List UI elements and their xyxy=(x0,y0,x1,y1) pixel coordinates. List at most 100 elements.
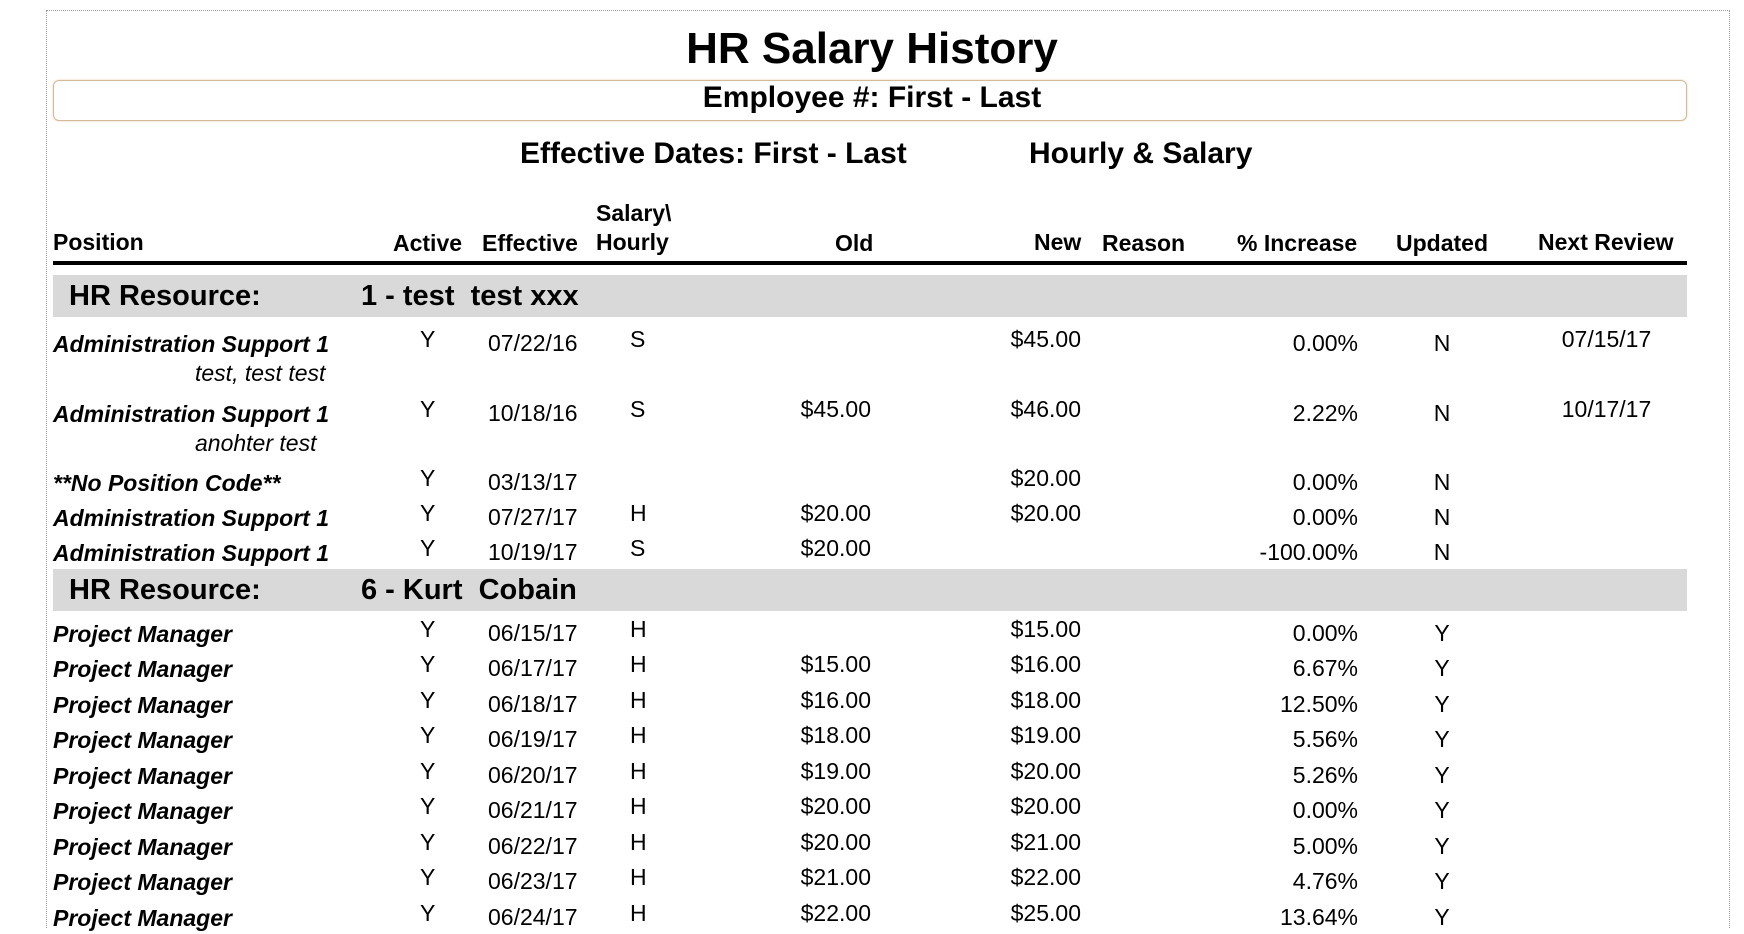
table-row: Administration Support 1 Y 10/19/17 S $20.00… xyxy=(0,535,1744,569)
new-rate-cell: $25.00 xyxy=(1010,900,1081,926)
active-cell: Y xyxy=(420,900,436,926)
effective-date-cell: 06/20/17 xyxy=(488,762,578,788)
percent-increase-cell: -100.00% xyxy=(1259,539,1358,565)
active-cell: Y xyxy=(420,722,436,748)
effective-date-cell: 07/22/16 xyxy=(488,330,578,356)
new-rate-cell: $15.00 xyxy=(1010,616,1081,642)
effective-date-cell: 06/23/17 xyxy=(488,868,578,894)
col-header-pct-increase: % Increase xyxy=(1237,230,1358,256)
position-cell: Administration Support 1 xyxy=(53,401,329,427)
percent-increase-cell: 5.56% xyxy=(1292,726,1358,752)
col-header-old: Old xyxy=(835,230,874,256)
employee-range: Employee #: First - Last xyxy=(702,81,1042,114)
position-cell: Project Manager xyxy=(53,869,232,895)
salary-hourly-cell: H xyxy=(630,651,647,677)
position-cell: Project Manager xyxy=(53,727,232,753)
active-cell: Y xyxy=(420,687,436,713)
old-rate-cell: $45.00 xyxy=(800,396,871,422)
table-row: **No Position Code** Y 03/13/17 $20.00 0.00%… xyxy=(0,465,1744,499)
position-cell: Project Manager xyxy=(53,621,232,647)
updated-cell: Y xyxy=(1434,868,1450,894)
new-rate-cell: $20.00 xyxy=(1010,758,1081,784)
col-header-reason: Reason xyxy=(1102,230,1186,256)
updated-cell: N xyxy=(1433,469,1451,495)
salary-hourly-cell: H xyxy=(630,722,647,748)
salary-hourly-cell: S xyxy=(630,535,646,561)
percent-increase-cell: 13.64% xyxy=(1279,904,1358,930)
active-cell: Y xyxy=(420,535,436,561)
percent-increase-cell: 5.26% xyxy=(1292,762,1358,788)
old-rate-cell: $16.00 xyxy=(800,687,871,713)
percent-increase-cell: 2.22% xyxy=(1292,400,1358,426)
table-row: Administration Support 1 Y 10/18/16 S $45.00… xyxy=(0,396,1744,430)
col-header-new: New xyxy=(1034,229,1082,255)
active-cell: Y xyxy=(420,864,436,890)
new-rate-cell: $19.00 xyxy=(1010,722,1081,748)
salary-hourly-cell: H xyxy=(630,900,647,926)
old-rate-cell: $19.00 xyxy=(800,758,871,784)
position-cell: Project Manager xyxy=(53,905,232,931)
effective-date-cell: 07/27/17 xyxy=(488,504,578,530)
effective-date-cell: 06/18/17 xyxy=(488,691,578,717)
position-cell: Project Manager xyxy=(53,834,232,860)
old-rate-cell: $20.00 xyxy=(800,793,871,819)
col-header-position: Position xyxy=(53,229,144,255)
salary-hourly-cell: H xyxy=(630,793,647,819)
next-review-cell: 10/17/17 xyxy=(1561,396,1652,422)
percent-increase-cell: 12.50% xyxy=(1279,691,1358,717)
next-review-cell: 07/15/17 xyxy=(1561,326,1652,352)
active-cell: Y xyxy=(420,651,436,677)
row-note: test, test test xyxy=(195,360,326,386)
col-header-effective: Effective xyxy=(482,230,578,256)
percent-increase-cell: 0.00% xyxy=(1292,797,1358,823)
resource-name: 6 - Kurt Cobain xyxy=(361,574,577,606)
effective-dates: Effective Dates: First - Last xyxy=(520,137,907,170)
old-rate-cell: $20.00 xyxy=(800,535,871,561)
table-row: Project Manager Y 06/23/17 H $21.00 $22.00 4.7… xyxy=(0,864,1744,898)
new-rate-cell: $16.00 xyxy=(1010,651,1081,677)
effective-date-cell: 03/13/17 xyxy=(488,469,578,495)
percent-increase-cell: 4.76% xyxy=(1292,868,1358,894)
position-cell: Project Manager xyxy=(53,798,232,824)
active-cell: Y xyxy=(420,396,436,422)
table-row: Project Manager Y 06/17/17 H $15.00 $16.00 6.6… xyxy=(0,651,1744,685)
position-cell: Administration Support 1 xyxy=(53,540,329,566)
table-row: Project Manager Y 06/20/17 H $19.00 $20.00 5.2… xyxy=(0,758,1744,792)
salary-hourly-cell: H xyxy=(630,829,647,855)
col-header-next-review: Next Review xyxy=(1538,229,1674,255)
salary-hourly-cell: S xyxy=(630,326,646,352)
effective-date-cell: 06/21/17 xyxy=(488,797,578,823)
col-header-active: Active xyxy=(393,230,463,256)
resource-name: 1 - test test xxx xyxy=(361,280,579,312)
updated-cell: Y xyxy=(1434,655,1450,681)
new-rate-cell: $20.00 xyxy=(1010,793,1081,819)
table-row: Project Manager Y 06/22/17 H $20.00 $21.00 5.0… xyxy=(0,829,1744,863)
new-rate-cell: $21.00 xyxy=(1010,829,1081,855)
position-cell: Administration Support 1 xyxy=(53,331,329,357)
salary-hourly-cell: S xyxy=(630,396,646,422)
new-rate-cell: $20.00 xyxy=(1010,465,1081,491)
old-rate-cell: $22.00 xyxy=(800,900,871,926)
old-rate-cell: $18.00 xyxy=(800,722,871,748)
new-rate-cell: $46.00 xyxy=(1010,396,1081,422)
updated-cell: N xyxy=(1433,504,1451,530)
table-row: Project Manager Y 06/18/17 H $16.00 $18.00 12.… xyxy=(0,687,1744,721)
active-cell: Y xyxy=(420,793,436,819)
table-row: Project Manager Y 06/21/17 H $20.00 $20.00 0.0… xyxy=(0,793,1744,827)
active-cell: Y xyxy=(420,829,436,855)
col-header-salary: Salary\ xyxy=(596,200,672,226)
salary-hourly-cell: H xyxy=(630,616,647,642)
resource-label: HR Resource: xyxy=(69,280,261,312)
percent-increase-cell: 0.00% xyxy=(1292,620,1358,646)
percent-increase-cell: 0.00% xyxy=(1292,504,1358,530)
salary-hourly-cell: H xyxy=(630,500,647,526)
position-cell: Project Manager xyxy=(53,692,232,718)
resource-label: HR Resource: xyxy=(69,574,261,606)
updated-cell: N xyxy=(1433,330,1451,356)
updated-cell: Y xyxy=(1434,833,1450,859)
old-rate-cell: $20.00 xyxy=(800,829,871,855)
position-cell: **No Position Code** xyxy=(53,470,281,496)
report-title: HR Salary History xyxy=(686,24,1058,73)
updated-cell: N xyxy=(1433,539,1451,565)
salary-hourly-cell: H xyxy=(630,758,647,784)
